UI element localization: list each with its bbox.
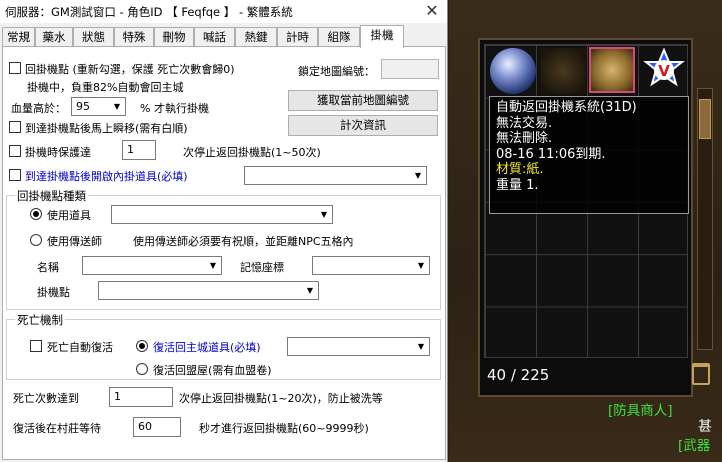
- tooltip-item-name: 自動返回掛機系統(31D): [496, 100, 637, 115]
- auto-revive-label: 死亡自動復活: [47, 341, 113, 354]
- name-select[interactable]: ▼: [82, 256, 222, 275]
- tab-party[interactable]: 組隊: [318, 27, 360, 47]
- tab-bar: 常規 藥水 狀態 特殊 刪物 喊話 熱鍵 計時 組隊 掛機: [2, 25, 446, 48]
- hp-label: 血量高於：: [11, 102, 66, 115]
- hunt-point-label: 掛機點: [37, 286, 70, 299]
- tab-shout[interactable]: 喊話: [194, 27, 235, 47]
- death-count-suffix: 次停止返回掛機點(1~20次)，防止被洗等: [179, 392, 383, 405]
- svg-text:V: V: [658, 62, 670, 80]
- tooltip-line-2: 無法刪除.: [496, 131, 553, 146]
- village-wait-label: 復活後在村莊等待: [13, 422, 101, 435]
- lock-map-label: 鎖定地圖編號：: [298, 65, 375, 78]
- hp-select[interactable]: 95 ▼: [71, 97, 126, 116]
- use-item-label: 使用道具: [47, 209, 91, 222]
- revive-clan-radio[interactable]: [136, 363, 148, 375]
- v-star-svg: V: [643, 48, 685, 87]
- memory-coord-select[interactable]: ▼: [312, 256, 430, 275]
- return-type-group-title: 回掛機點種類: [15, 188, 88, 204]
- tooltip-weight: 重量 1.: [496, 177, 539, 193]
- crystal-orb-icon[interactable]: [490, 48, 536, 94]
- chevron-down-icon: ▼: [414, 171, 422, 180]
- return-scroll-icon[interactable]: [589, 47, 635, 93]
- empty-slot[interactable]: [540, 48, 586, 94]
- death-group-title: 死亡機制: [15, 312, 65, 328]
- chevron-down-icon: ▼: [113, 102, 121, 111]
- chevron-down-icon: ▼: [417, 342, 425, 351]
- protect-checkbox[interactable]: [9, 145, 21, 157]
- auto-revive-checkbox[interactable]: [30, 340, 42, 352]
- protect-count-input[interactable]: 1: [122, 140, 156, 160]
- item-tooltip: 自動返回掛機系統(31D) 無法交易. 無法刪除. 08-16 11:06到期.…: [489, 96, 689, 214]
- hp-select-value: 95: [76, 100, 90, 113]
- tab-hotkey[interactable]: 熱鍵: [235, 27, 277, 47]
- revive-item-select[interactable]: ▼: [287, 337, 430, 356]
- v-star-icon[interactable]: V: [641, 47, 687, 93]
- protect-label: 掛機時保護達: [25, 146, 91, 159]
- use-item-select[interactable]: ▼: [111, 205, 333, 224]
- village-wait-suffix: 秒才進行返回掛機點(60~9999秒): [199, 422, 369, 435]
- tooltip-material: 材質:紙.: [496, 162, 544, 177]
- npc-name-partial: 甚: [698, 419, 712, 435]
- death-mechanism-group: 死亡機制 死亡自動復活 復活回主城道具(必填) ▼ 復活回盟屋(需有血盟卷): [6, 312, 441, 380]
- use-item-radio[interactable]: [30, 208, 42, 220]
- tab-auto-hunt[interactable]: 掛機: [360, 25, 404, 48]
- tab-timer[interactable]: 計時: [277, 27, 318, 47]
- hunt-point-select[interactable]: ▼: [98, 281, 319, 300]
- teleport-checkbox[interactable]: [9, 121, 21, 133]
- tab-potion[interactable]: 藥水: [35, 27, 73, 47]
- npc-weapon-label: [武器: [678, 438, 711, 454]
- get-map-number-button[interactable]: 獲取當前地圖編號: [288, 90, 438, 111]
- memory-coord-label: 記憶座標: [240, 261, 284, 274]
- open-item-checkbox[interactable]: [9, 169, 21, 181]
- use-teleporter-label: 使用傳送師: [47, 235, 102, 248]
- scrollbar-thumb[interactable]: [699, 99, 711, 139]
- death-count-input[interactable]: 1: [109, 387, 173, 407]
- hunting-status-text: 掛機中，負重82%自動會回主城: [27, 81, 184, 94]
- use-teleporter-radio[interactable]: [30, 234, 42, 246]
- open-item-select[interactable]: ▼: [244, 166, 427, 185]
- auto-hunt-panel: 回掛機點 (重新勾選，保護 死亡次數會歸0) 掛機中，負重82%自動會回主城 鎖…: [2, 46, 446, 460]
- village-wait-input[interactable]: 60: [133, 417, 181, 437]
- chevron-down-icon: ▼: [209, 261, 217, 270]
- inventory-scrollbar[interactable]: [697, 88, 713, 350]
- chevron-down-icon: ▼: [417, 261, 425, 270]
- chevron-down-icon: ▼: [320, 210, 328, 219]
- close-icon[interactable]: ✕: [421, 1, 443, 21]
- return-point-checkbox[interactable]: [9, 62, 21, 74]
- revive-item-radio[interactable]: [136, 340, 148, 352]
- tab-special[interactable]: 特殊: [114, 27, 154, 47]
- protect-suffix: 次停止返回掛機點(1~50次): [183, 146, 321, 159]
- count-info-button[interactable]: 計次資訊: [288, 115, 438, 136]
- hp-suffix: % 才執行掛機: [140, 102, 209, 115]
- trash-icon[interactable]: [692, 363, 710, 385]
- tab-status[interactable]: 狀態: [73, 27, 114, 47]
- name-label: 名稱: [37, 261, 59, 274]
- revive-item-label: 復活回主城道具(必填): [153, 341, 261, 354]
- tab-general[interactable]: 常規: [2, 27, 35, 47]
- open-item-label: 到達掛機點後開啟內掛道具(必填): [25, 170, 188, 183]
- auto-hunt-dialog: 伺服器：GM測試窗口 - 角色ID 【 Feqfqe 】 - 繁體系統 ✕ 常規…: [0, 0, 448, 462]
- window-title: 伺服器：GM測試窗口 - 角色ID 【 Feqfqe 】 - 繁體系統: [5, 5, 293, 19]
- teleporter-note: 使用傳送師必須要有祝順，並距離NPC五格內: [133, 235, 354, 248]
- inventory-count: 40 / 225: [487, 366, 550, 384]
- chevron-down-icon: ▼: [306, 286, 314, 295]
- tooltip-line-1: 無法交易.: [496, 115, 553, 131]
- teleport-label: 到達掛機點後馬上瞬移(需有白順): [25, 122, 188, 135]
- revive-clan-label: 復活回盟屋(需有血盟卷): [153, 364, 272, 377]
- death-count-label: 死亡次數達到: [13, 392, 79, 405]
- npc-armor-merchant-label: [防具商人]: [608, 403, 673, 419]
- tab-delete-items[interactable]: 刪物: [154, 27, 194, 47]
- return-type-group: 回掛機點種類 使用道具 ▼ 使用傳送師 使用傳送師必須要有祝順，並距離NPC五格…: [6, 188, 441, 310]
- lock-map-input[interactable]: [381, 59, 439, 79]
- title-bar: 伺服器：GM測試窗口 - 角色ID 【 Feqfqe 】 - 繁體系統 ✕: [0, 0, 447, 23]
- tooltip-line-3: 08-16 11:06到期.: [496, 146, 606, 162]
- return-point-label: 回掛機點 (重新勾選，保護 死亡次數會歸0): [25, 63, 235, 76]
